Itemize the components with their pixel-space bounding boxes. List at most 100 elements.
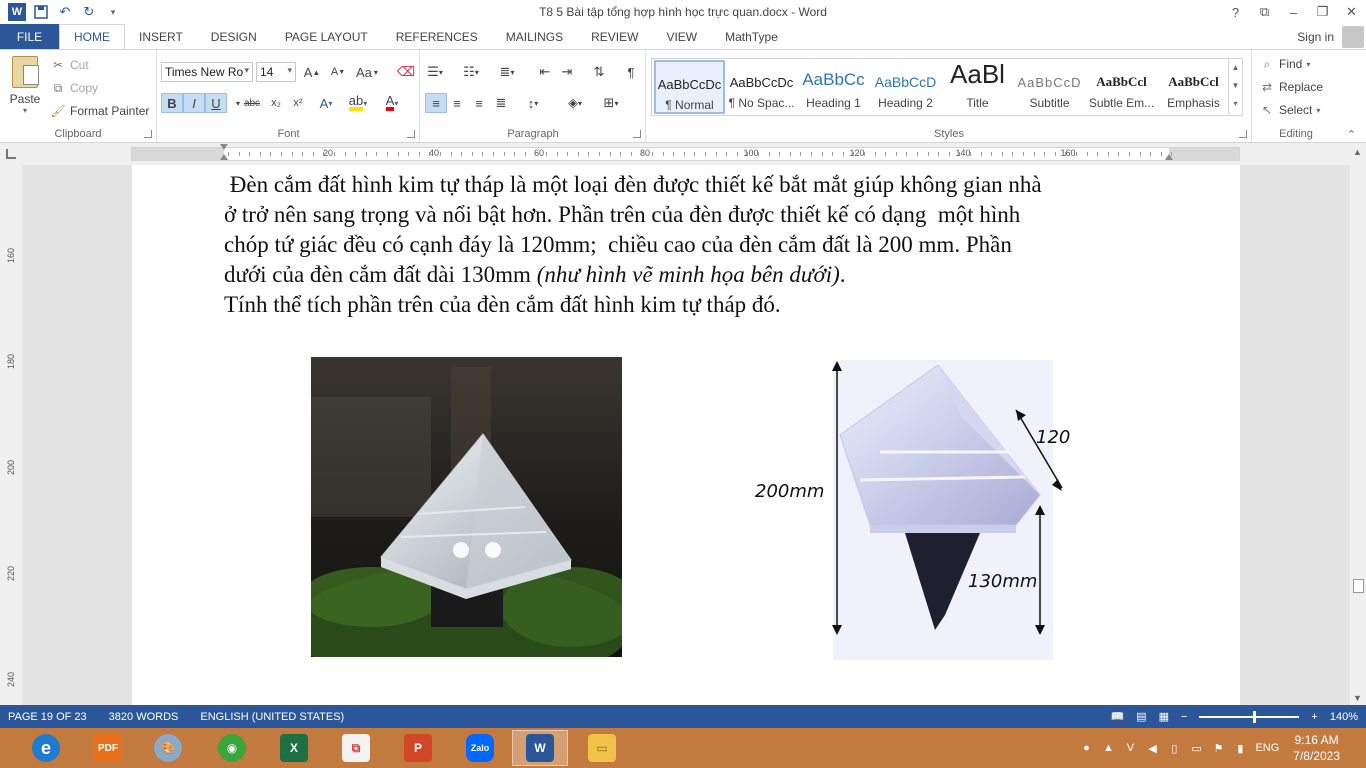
hanging-indent-marker[interactable]: [220, 154, 228, 160]
network-icon[interactable]: ▮: [1233, 741, 1247, 755]
style-subtitle[interactable]: AaBbCcD Subtitle: [1014, 60, 1085, 114]
paint-icon[interactable]: 🎨: [140, 730, 196, 766]
sort-icon[interactable]: ⇅: [589, 62, 609, 82]
chevron-up-icon[interactable]: ▲: [1229, 59, 1242, 77]
scroll-up-icon[interactable]: ▲: [1353, 147, 1362, 157]
explorer-icon[interactable]: ▭: [574, 730, 630, 766]
bullets-icon[interactable]: ☰ ▾: [425, 62, 445, 82]
styles-launcher-icon[interactable]: [1239, 130, 1247, 138]
shrink-font-button[interactable]: A ▼: [328, 62, 348, 82]
copy-button[interactable]: ⧉ Copy: [50, 78, 98, 98]
tab-home[interactable]: HOME: [59, 24, 125, 50]
word-icon[interactable]: W: [512, 730, 568, 766]
align-left-icon[interactable]: ≡: [425, 93, 447, 113]
restore-button[interactable]: ❐: [1308, 0, 1337, 24]
font-color-icon[interactable]: A ▾: [382, 93, 402, 113]
text-effects-icon[interactable]: A ▾: [316, 93, 336, 113]
style-emphasis[interactable]: AaBbCcl Emphasis: [1158, 60, 1229, 114]
highlight-icon[interactable]: ab ▾: [348, 93, 368, 113]
flag-icon[interactable]: ⚑: [1211, 741, 1225, 755]
decrease-indent-icon[interactable]: ⇤: [535, 62, 555, 82]
word-logo-icon[interactable]: W: [8, 3, 26, 21]
problem-text[interactable]: Đèn cắm đất hình kim tự tháp là một loại…: [224, 170, 1164, 320]
document-page[interactable]: Đèn cắm đất hình kim tự tháp là một loại…: [132, 165, 1240, 705]
styles-scroll[interactable]: ▲ ▼ ▾: [1228, 59, 1242, 115]
tab-insert[interactable]: INSERT: [125, 24, 197, 49]
change-case-button[interactable]: Aa ▾: [356, 62, 378, 82]
tab-view[interactable]: VIEW: [652, 24, 711, 49]
excel-icon[interactable]: X: [266, 730, 322, 766]
lamp-diagram[interactable]: 200mm 120mm 130mm: [740, 355, 1105, 661]
more-styles-icon[interactable]: ▾: [1229, 95, 1242, 113]
increase-indent-icon[interactable]: ⇥: [557, 62, 577, 82]
strikethrough-button[interactable]: abc: [242, 93, 262, 113]
style-heading-1[interactable]: AaBbCc Heading 1: [798, 60, 869, 114]
style-heading-2[interactable]: AaBbCcD Heading 2: [870, 60, 941, 114]
ie-icon[interactable]: e: [18, 730, 74, 766]
customize-icon[interactable]: ▾: [104, 3, 122, 21]
zoom-slider[interactable]: [1199, 710, 1300, 723]
tab-file[interactable]: FILE: [0, 24, 59, 49]
word-count[interactable]: 3820 WORDS: [109, 711, 179, 723]
clear-formatting-icon[interactable]: ⌫: [396, 62, 416, 82]
save-icon[interactable]: [32, 3, 50, 21]
clipboard-launcher-icon[interactable]: [144, 130, 152, 138]
minimize-button[interactable]: –: [1279, 0, 1308, 24]
zoom-out-icon[interactable]: −: [1181, 711, 1187, 723]
line-spacing-icon[interactable]: ↕ ▾: [523, 93, 543, 113]
chevron-down-icon[interactable]: ▼: [1229, 77, 1242, 95]
justify-icon[interactable]: ≣: [491, 93, 511, 113]
web-layout-icon[interactable]: ▦: [1159, 710, 1169, 723]
language-status[interactable]: ENGLISH (UNITED STATES): [200, 711, 344, 723]
format-painter-button[interactable]: 🖌 Format Painter: [50, 101, 149, 121]
read-mode-icon[interactable]: 📖: [1110, 710, 1124, 723]
print-layout-icon[interactable]: ▤: [1136, 710, 1146, 723]
superscript-button[interactable]: x²: [288, 93, 308, 113]
ribbon-display-icon[interactable]: ⧉: [1250, 0, 1279, 24]
tab-review[interactable]: REVIEW: [577, 24, 652, 49]
font-family-select[interactable]: Times New Ro ▾: [161, 62, 253, 82]
zoom-level[interactable]: 140%: [1330, 711, 1358, 723]
zalo-tray-icon[interactable]: ●: [1079, 741, 1093, 755]
close-button[interactable]: ✕: [1337, 0, 1366, 24]
style-no-spacing[interactable]: AaBbCcDc ¶ No Spac...: [726, 60, 797, 114]
input-language[interactable]: ENG: [1255, 742, 1279, 754]
scroll-thumb[interactable]: [1353, 579, 1364, 593]
speaker-icon[interactable]: ◀: [1145, 741, 1159, 755]
zalo-icon[interactable]: Zalo: [452, 730, 508, 766]
select-button[interactable]: ↖ Select ▾: [1259, 100, 1320, 120]
coccoc-icon[interactable]: ◉: [204, 730, 260, 766]
zoom-in-icon[interactable]: +: [1311, 711, 1317, 723]
numbering-icon[interactable]: ☷ ▾: [461, 62, 481, 82]
subscript-button[interactable]: x₂: [266, 93, 286, 113]
replace-button[interactable]: ⇄ Replace: [1259, 77, 1323, 97]
lamp-photo[interactable]: [311, 357, 622, 657]
avatar[interactable]: [1342, 26, 1364, 48]
shading-icon[interactable]: ◈ ▾: [565, 93, 585, 113]
redo-icon[interactable]: ↻: [80, 3, 98, 21]
font-launcher-icon[interactable]: [407, 130, 415, 138]
paragraph-launcher-icon[interactable]: [633, 130, 641, 138]
sign-in-link[interactable]: Sign in: [1297, 30, 1334, 44]
align-right-icon[interactable]: ≡: [469, 93, 489, 113]
italic-button[interactable]: I: [183, 93, 205, 113]
first-line-indent-marker[interactable]: [220, 144, 228, 150]
horizontal-ruler[interactable]: 20 40 60 80 100 120 140 160: [131, 144, 1240, 161]
grow-font-button[interactable]: A ▲: [302, 62, 322, 82]
find-button[interactable]: ⌕ Find ▾: [1259, 54, 1311, 74]
clock[interactable]: 9:16 AM 7/8/2023: [1293, 732, 1340, 764]
tab-mathtype[interactable]: MathType: [711, 24, 792, 49]
style-normal[interactable]: AaBbCcDc ¶ Normal: [654, 60, 725, 114]
powerpoint-icon[interactable]: P: [390, 730, 446, 766]
show-marks-icon[interactable]: ¶: [621, 62, 641, 82]
tab-mailings[interactable]: MAILINGS: [492, 24, 577, 49]
underline-button[interactable]: U: [205, 93, 227, 113]
monitor-icon[interactable]: ▭: [1189, 741, 1203, 755]
align-center-icon[interactable]: ≡: [447, 93, 467, 113]
drive-icon[interactable]: ▲: [1101, 741, 1115, 755]
battery-icon[interactable]: ▯: [1167, 741, 1181, 755]
font-size-select[interactable]: 14 ▾: [256, 62, 296, 82]
cut-button[interactable]: ✂ Cut: [50, 55, 89, 75]
multilevel-list-icon[interactable]: ≣ ▾: [497, 62, 517, 82]
paste-button[interactable]: Paste ▾: [6, 56, 44, 118]
